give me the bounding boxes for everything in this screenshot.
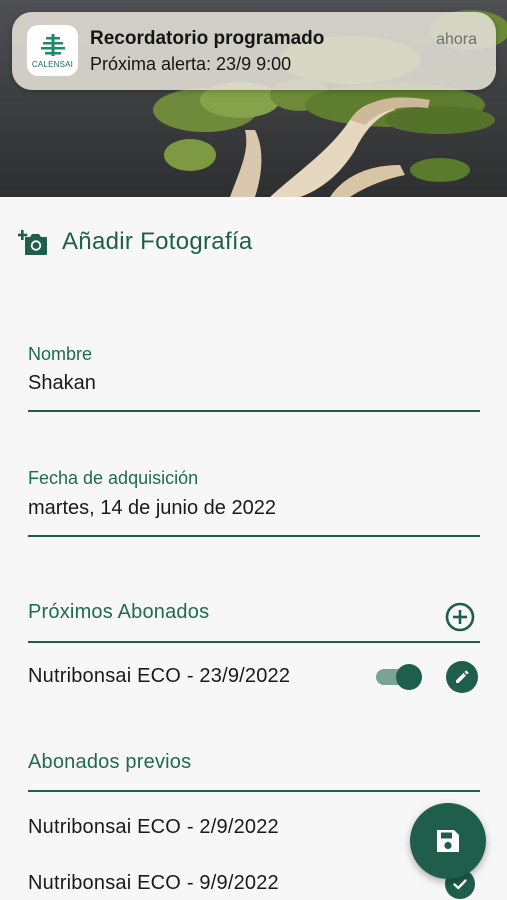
upcoming-section-divider [28,641,480,643]
notification-body: Próxima alerta: 23/9 9:00 [90,54,292,74]
add-fertilization-button[interactable] [445,602,475,632]
previous-section-divider [28,790,480,792]
calensai-logo-icon [40,34,65,56]
add-circle-icon [445,602,475,632]
acquisition-date-field[interactable]: martes, 14 de junio de 2022 [28,497,276,520]
app-icon: CALENSAI [27,25,78,76]
save-button[interactable] [410,803,486,879]
edit-pencil-icon [456,670,469,683]
toggle-knob [396,664,422,690]
upcoming-item-1: Nutribonsai ECO - 23/9/2022 [28,665,291,687]
date-field-underline [28,535,480,537]
name-field-label: Nombre [28,344,93,364]
name-field[interactable]: Shakan [28,372,96,395]
name-field-underline [28,410,480,412]
edit-upcoming-item-1-button[interactable] [446,661,478,693]
add-photo-label: Añadir Fotografía [62,228,253,255]
app-name: CALENSAI [31,60,74,69]
add-photo-button[interactable]: Añadir Fotografía [18,227,253,257]
previous-item-1: Nutribonsai ECO - 2/9/2022 [28,816,279,838]
add-photo-icon [18,230,47,255]
upcoming-section-title: Próximos Abonados [28,601,210,623]
save-floppy-icon [437,830,459,852]
date-field-label: Fecha de adquisición [28,468,199,488]
reminder-notification[interactable]: CALENSAI Recordatorio programado Próxima… [12,12,496,90]
notification-time: ahora [436,31,477,48]
notification-title: Recordatorio programado [90,28,325,49]
previous-item-2: Nutribonsai ECO - 9/9/2022 [28,872,279,894]
previous-section-title: Abonados previos [28,751,192,773]
upcoming-item-1-toggle[interactable] [374,663,424,691]
